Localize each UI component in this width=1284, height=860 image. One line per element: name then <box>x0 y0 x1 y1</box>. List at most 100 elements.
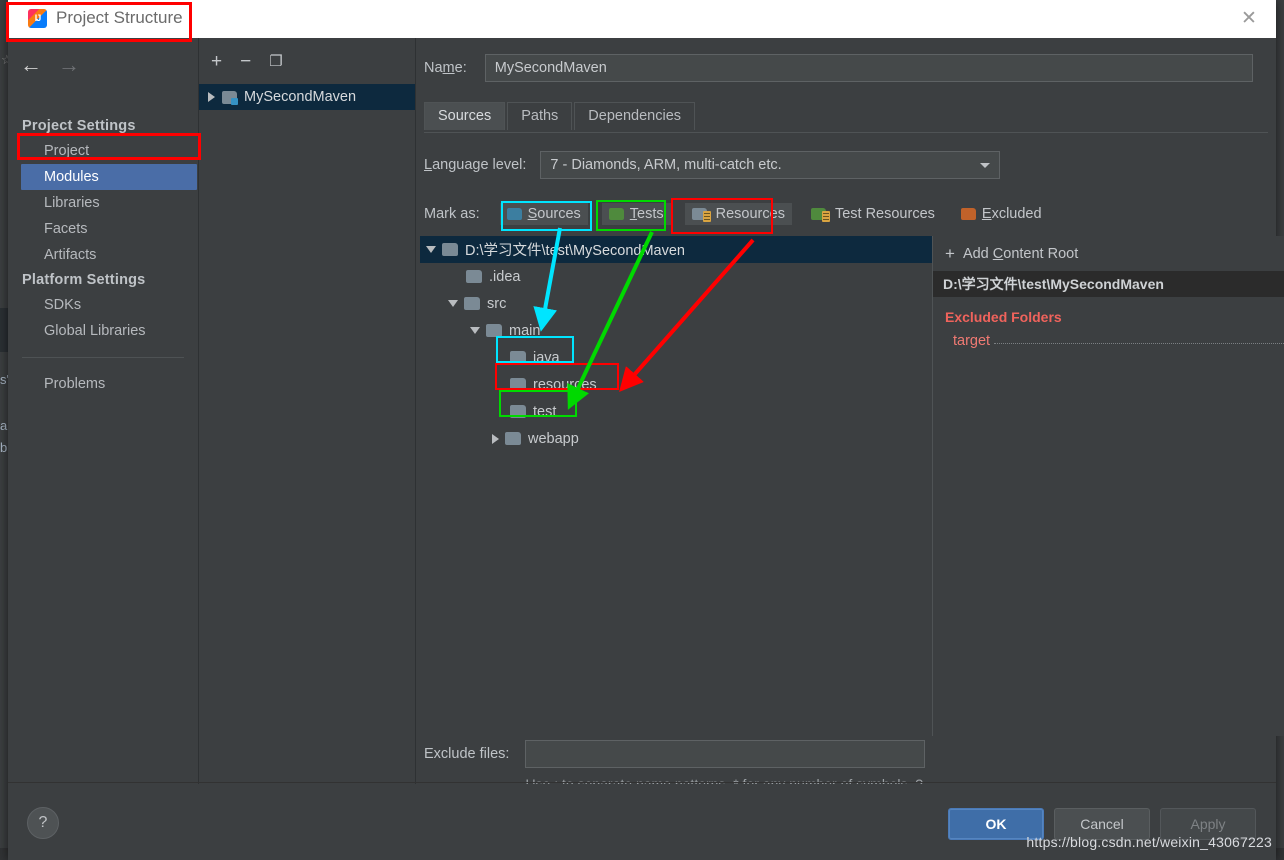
copy-module-button[interactable]: ❐ <box>269 54 282 69</box>
content-root-path-row[interactable]: D:\学习文件\test\MySecondMaven ✕ <box>933 271 1284 297</box>
tree-node-content-root[interactable]: D:\学习文件\test\MySecondMaven <box>420 236 938 263</box>
tree-node-resources[interactable]: resources <box>420 371 932 398</box>
mark-as-label: Mark as: <box>424 206 480 222</box>
folder-resources-icon <box>691 208 711 222</box>
chevron-down-icon[interactable] <box>470 327 480 334</box>
folder-test-resources-icon <box>810 208 830 222</box>
folder-icon <box>505 432 521 445</box>
tree-node-main[interactable]: main <box>420 317 932 344</box>
tree-node-label: java <box>533 349 560 366</box>
mark-as-sources-label: Sources <box>527 206 581 222</box>
editor-tabs: Sources Paths Dependencies <box>424 102 697 130</box>
chevron-down-icon[interactable] <box>448 300 458 307</box>
tabs-divider <box>424 132 1268 133</box>
module-name-input[interactable] <box>484 54 1253 82</box>
language-level-select[interactable]: 7 - Diamonds, ARM, multi-catch etc. <box>540 151 1001 179</box>
dialog-titlebar: IJ Project Structure ✕ <box>8 0 1276 39</box>
settings-sidebar: ← → Project Settings Project Modules Lib… <box>8 38 199 822</box>
exclude-files-label: Exclude files: <box>424 746 510 762</box>
mark-as-tests-button[interactable]: Tests <box>601 203 671 225</box>
sidebar-item-artifacts[interactable]: Artifacts <box>8 242 198 268</box>
folder-icon <box>510 405 526 418</box>
sidebar-item-sdks[interactable]: SDKs <box>8 292 198 318</box>
sidebar-item-problems[interactable]: Problems <box>8 371 198 397</box>
modules-toolbar: + − ❐ <box>199 38 415 76</box>
tree-node-label: resources <box>533 376 597 393</box>
language-level-value: 7 - Diamonds, ARM, multi-catch etc. <box>550 157 782 173</box>
folder-icon <box>510 378 526 391</box>
mark-as-test-resources-label: Test Resources <box>834 206 935 222</box>
add-content-root-button[interactable]: + Add Content Root <box>933 236 1284 271</box>
content-root-detail-panel: + Add Content Root D:\学习文件\test\MySecond… <box>932 236 1284 736</box>
tree-node-label: D:\学习文件\test\MySecondMaven <box>465 243 685 259</box>
exclude-files-input[interactable] <box>525 740 926 768</box>
tree-node-idea[interactable]: .idea <box>420 263 932 290</box>
sidebar-divider <box>22 357 184 358</box>
sidebar-navigation: ← → <box>20 54 80 76</box>
excluded-folder-label: target <box>953 333 991 349</box>
tree-node-src[interactable]: src <box>420 290 932 317</box>
modules-panel: + − ❐ MySecondMaven <box>199 38 416 822</box>
tab-dependencies[interactable]: Dependencies <box>574 102 696 130</box>
tree-node-webapp[interactable]: webapp <box>420 425 932 452</box>
chevron-down-icon[interactable] <box>426 246 436 253</box>
dotted-leader <box>994 333 1284 344</box>
folder-tests-icon <box>608 208 624 220</box>
sidebar-item-global-libraries[interactable]: Global Libraries <box>8 318 198 344</box>
mark-as-row: Mark as: Sources Tests Resources Test Re… <box>424 203 1049 225</box>
mark-as-excluded-label: Excluded <box>981 206 1042 222</box>
module-label: MySecondMaven <box>244 89 357 105</box>
tree-node-test[interactable]: test <box>420 398 932 425</box>
remove-module-button[interactable]: − <box>240 52 251 71</box>
dialog-footer: ? OK Cancel Apply https://blog.csdn.net/… <box>8 784 1276 860</box>
folder-icon <box>442 243 458 256</box>
watermark: https://blog.csdn.net/weixin_43067223 <box>1026 834 1272 850</box>
folder-sources-icon <box>506 208 522 220</box>
sidebar-group-platform-settings: Platform Settings <box>22 272 146 288</box>
tree-node-label: test <box>533 403 557 420</box>
mark-as-excluded-button[interactable]: Excluded <box>954 203 1049 225</box>
tree-node-label: src <box>487 295 507 312</box>
mark-as-resources-button[interactable]: Resources <box>684 203 792 225</box>
add-module-button[interactable]: + <box>211 52 222 71</box>
folder-icon <box>486 324 502 337</box>
sidebar-item-project[interactable]: Project <box>8 138 198 164</box>
arrow-left-icon[interactable]: ← <box>20 54 42 76</box>
tree-node-label: main <box>509 322 541 339</box>
module-list-item[interactable]: MySecondMaven <box>199 84 415 110</box>
tree-node-label: .idea <box>489 268 521 285</box>
chevron-right-icon[interactable] <box>492 433 499 444</box>
content-root-path: D:\学习文件\test\MySecondMaven <box>943 276 1164 292</box>
language-level-row: Language level: 7 - Diamonds, ARM, multi… <box>424 151 1001 179</box>
tab-paths[interactable]: Paths <box>507 102 573 130</box>
arrow-right-icon[interactable]: → <box>58 54 80 76</box>
tree-node-java[interactable]: java <box>420 344 932 371</box>
sidebar-group-project-settings: Project Settings <box>22 118 136 134</box>
help-icon[interactable]: ? <box>27 807 59 839</box>
sidebar-item-modules[interactable]: Modules <box>21 164 197 190</box>
excluded-folder-item[interactable]: target ✕ <box>933 329 1284 353</box>
chevron-right-icon[interactable] <box>208 92 215 102</box>
folder-icon <box>466 270 482 283</box>
folder-icon <box>510 351 526 364</box>
mark-as-resources-label: Resources <box>715 206 785 222</box>
module-editor-panel: Name: Sources Paths Dependencies Languag… <box>416 38 1284 822</box>
tab-sources[interactable]: Sources <box>424 102 506 130</box>
mark-as-sources-button[interactable]: Sources <box>499 203 588 225</box>
mark-as-test-resources-button[interactable]: Test Resources <box>804 203 942 225</box>
sidebar-item-facets[interactable]: Facets <box>8 216 198 242</box>
language-level-label: Language level: <box>424 157 527 173</box>
background-text-fragment: b <box>0 440 8 455</box>
mark-as-tests-label: Tests <box>629 206 664 222</box>
close-icon[interactable]: ✕ <box>1236 8 1262 30</box>
chevron-down-icon <box>980 163 991 168</box>
intellij-idea-icon: IJ <box>28 9 47 28</box>
content-root-tree: D:\学习文件\test\MySecondMaven .idea src mai… <box>420 236 938 736</box>
folder-icon <box>464 297 480 310</box>
add-content-root-label: Add Content Root <box>962 245 1079 262</box>
name-label: Name: <box>424 60 467 76</box>
settings-nav-list: Project Settings Project Modules Librari… <box>8 114 198 397</box>
project-structure-dialog: IJ Project Structure ✕ ← → Project Setti… <box>8 0 1284 860</box>
sidebar-item-libraries[interactable]: Libraries <box>8 190 198 216</box>
module-name-row: Name: <box>424 54 1253 82</box>
